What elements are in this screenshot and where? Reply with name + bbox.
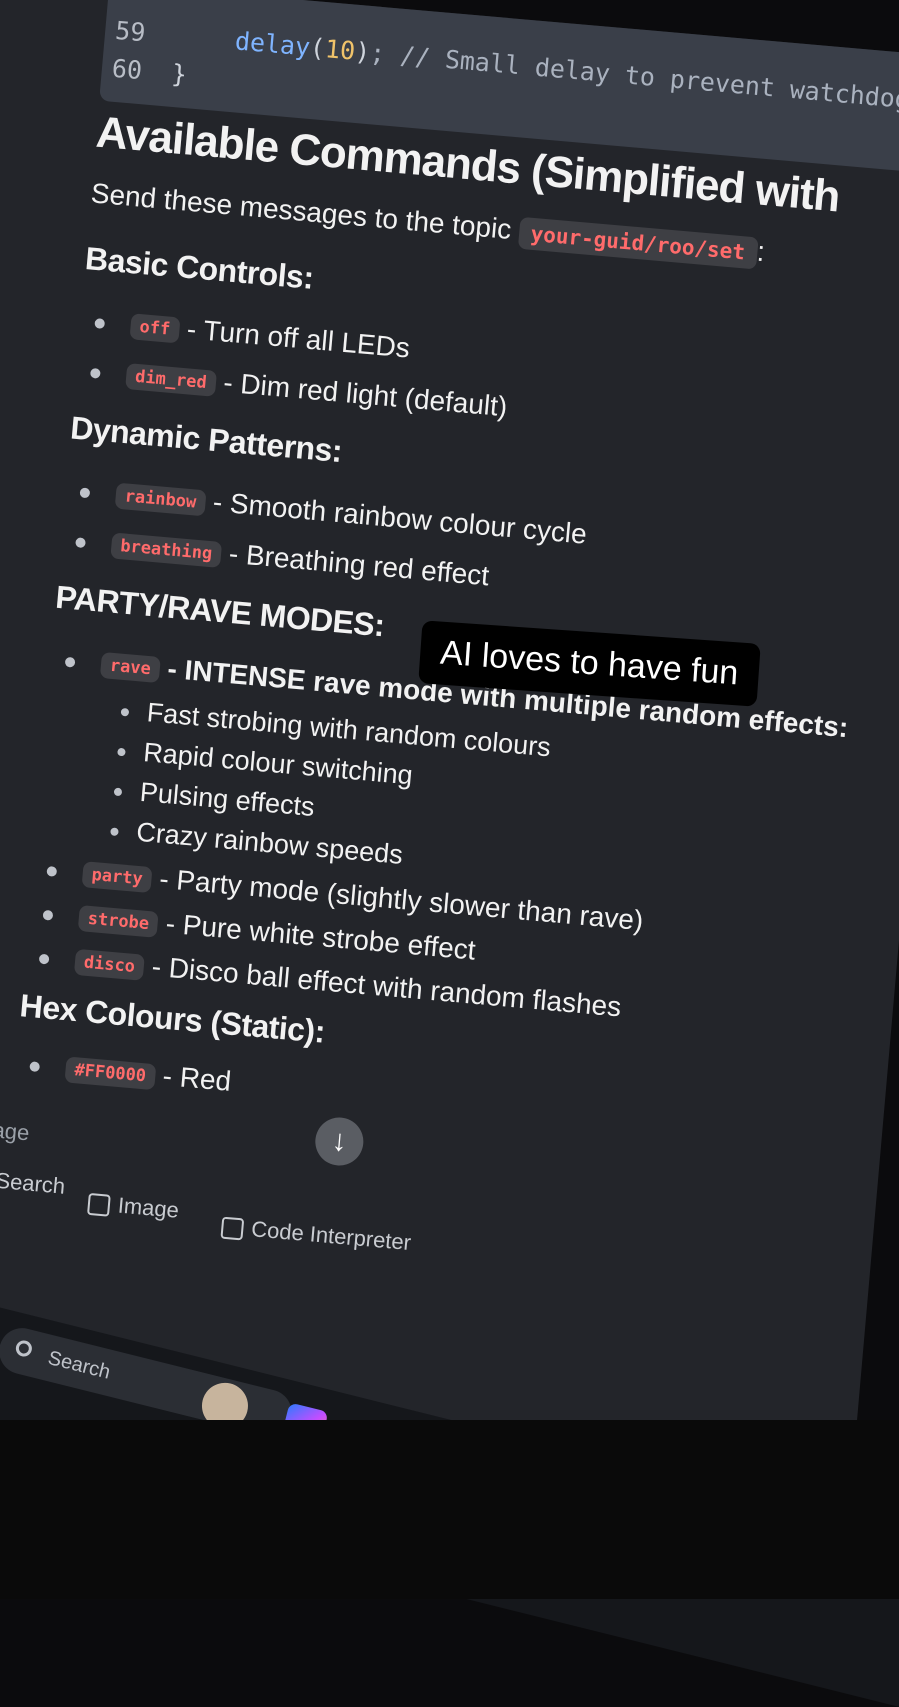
- command-code: rainbow: [114, 482, 207, 516]
- image-icon: [86, 1193, 111, 1217]
- bullet: [38, 953, 50, 965]
- bullet: [75, 536, 86, 548]
- command-code: rave: [99, 651, 161, 683]
- arrow-down-icon: ↓: [330, 1123, 349, 1159]
- party-modes-heading: PARTY/RAVE MODES:: [54, 578, 386, 644]
- bullet: [42, 909, 54, 921]
- web-search-button[interactable]: Web Search: [0, 1161, 66, 1200]
- dynamic-patterns-heading: Dynamic Patterns:: [68, 409, 344, 470]
- command-code: breathing: [110, 532, 223, 568]
- code-interpreter-button[interactable]: Code Interpreter: [220, 1214, 412, 1256]
- command-code: #FF0000: [64, 1056, 157, 1090]
- bullet: [79, 487, 91, 498]
- hex-colours-heading: Hex Colours (Static):: [18, 987, 327, 1050]
- command-code: disco: [73, 948, 146, 981]
- list-item: dim_red - Dim red light (default): [89, 355, 509, 423]
- code-line-59: 59 delay(10); // Small delay to prevent …: [114, 15, 899, 119]
- bullet: [113, 787, 123, 797]
- command-code: dim_red: [125, 362, 217, 397]
- search-icon: [14, 1338, 34, 1359]
- scroll-down-button[interactable]: ↓: [313, 1115, 366, 1168]
- bullet: [64, 656, 76, 668]
- bullet: [94, 317, 106, 329]
- image-button[interactable]: Image: [86, 1190, 180, 1224]
- bullet: [29, 1060, 41, 1072]
- list-item: #FF0000 - Red: [29, 1048, 232, 1097]
- command-code: party: [81, 860, 153, 893]
- command-code: off: [129, 312, 181, 344]
- chat-window: 59 delay(10); // Small delay to prevent …: [0, 0, 899, 1554]
- bullet: [117, 747, 126, 757]
- laptop-bezel: [0, 1420, 899, 1599]
- bullet: [110, 827, 119, 836]
- bullet: [120, 707, 130, 717]
- topic-code: your-guid/roo/set: [517, 216, 759, 270]
- message-input[interactable]: end a Message: [0, 1107, 30, 1146]
- bullet: [46, 865, 58, 877]
- terminal-icon: [220, 1216, 245, 1241]
- code-line-60: 60}: [110, 53, 189, 90]
- bullet: [89, 367, 101, 379]
- command-code: strobe: [77, 904, 160, 938]
- list-item: off - Turn off all LEDs: [94, 305, 412, 364]
- basic-controls-heading: Basic Controls:: [83, 240, 316, 296]
- sub-list-item: Pulsing effects: [113, 775, 316, 823]
